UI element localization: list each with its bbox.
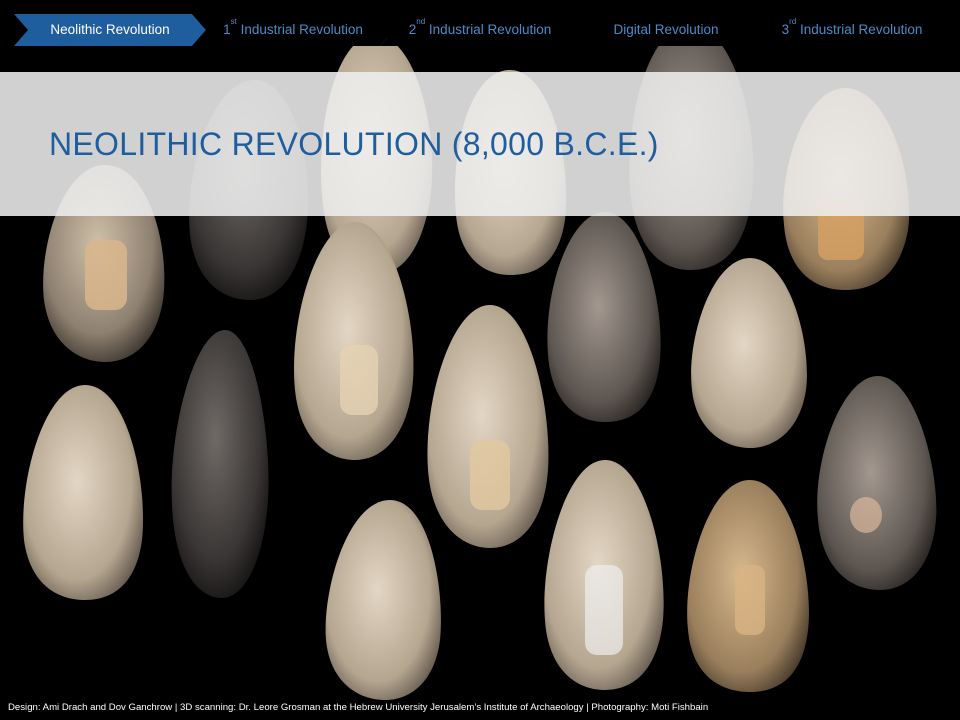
- breadcrumb-item-neolithic-revolution[interactable]: Neolithic Revolution: [14, 14, 206, 46]
- breadcrumb-item-label: 1: [223, 22, 231, 37]
- breadcrumb-item-3rd-industrial-revolution[interactable]: 3rd Industrial Revolution: [752, 14, 952, 46]
- slide: Neolithic Revolution 1st Industrial Revo…: [0, 0, 960, 720]
- breadcrumb-item-label: Neolithic Revolution: [50, 22, 170, 37]
- breadcrumb-item-label: Digital Revolution: [613, 22, 719, 37]
- photo-credits: Design: Ami Drach and Dov Ganchrow | 3D …: [8, 702, 709, 713]
- breadcrumb-item-2nd-industrial-revolution[interactable]: 2nd Industrial Revolution: [380, 14, 580, 46]
- breadcrumb-item-ordinal: rd: [789, 16, 797, 26]
- breadcrumb-item-label-rest: Industrial Revolution: [425, 22, 552, 37]
- breadcrumb-item-digital-revolution[interactable]: Digital Revolution: [566, 14, 766, 46]
- breadcrumb-item-ordinal: nd: [416, 16, 426, 26]
- breadcrumb-item-label-rest: Industrial Revolution: [236, 22, 363, 37]
- breadcrumb: Neolithic Revolution 1st Industrial Revo…: [0, 14, 960, 46]
- page-title: NEOLITHIC REVOLUTION (8,000 B.C.E.): [49, 126, 659, 162]
- breadcrumb-item-ordinal: st: [230, 16, 237, 26]
- breadcrumb-item-1st-industrial-revolution[interactable]: 1st Industrial Revolution: [192, 14, 394, 46]
- breadcrumb-item-label-rest: Industrial Revolution: [796, 22, 923, 37]
